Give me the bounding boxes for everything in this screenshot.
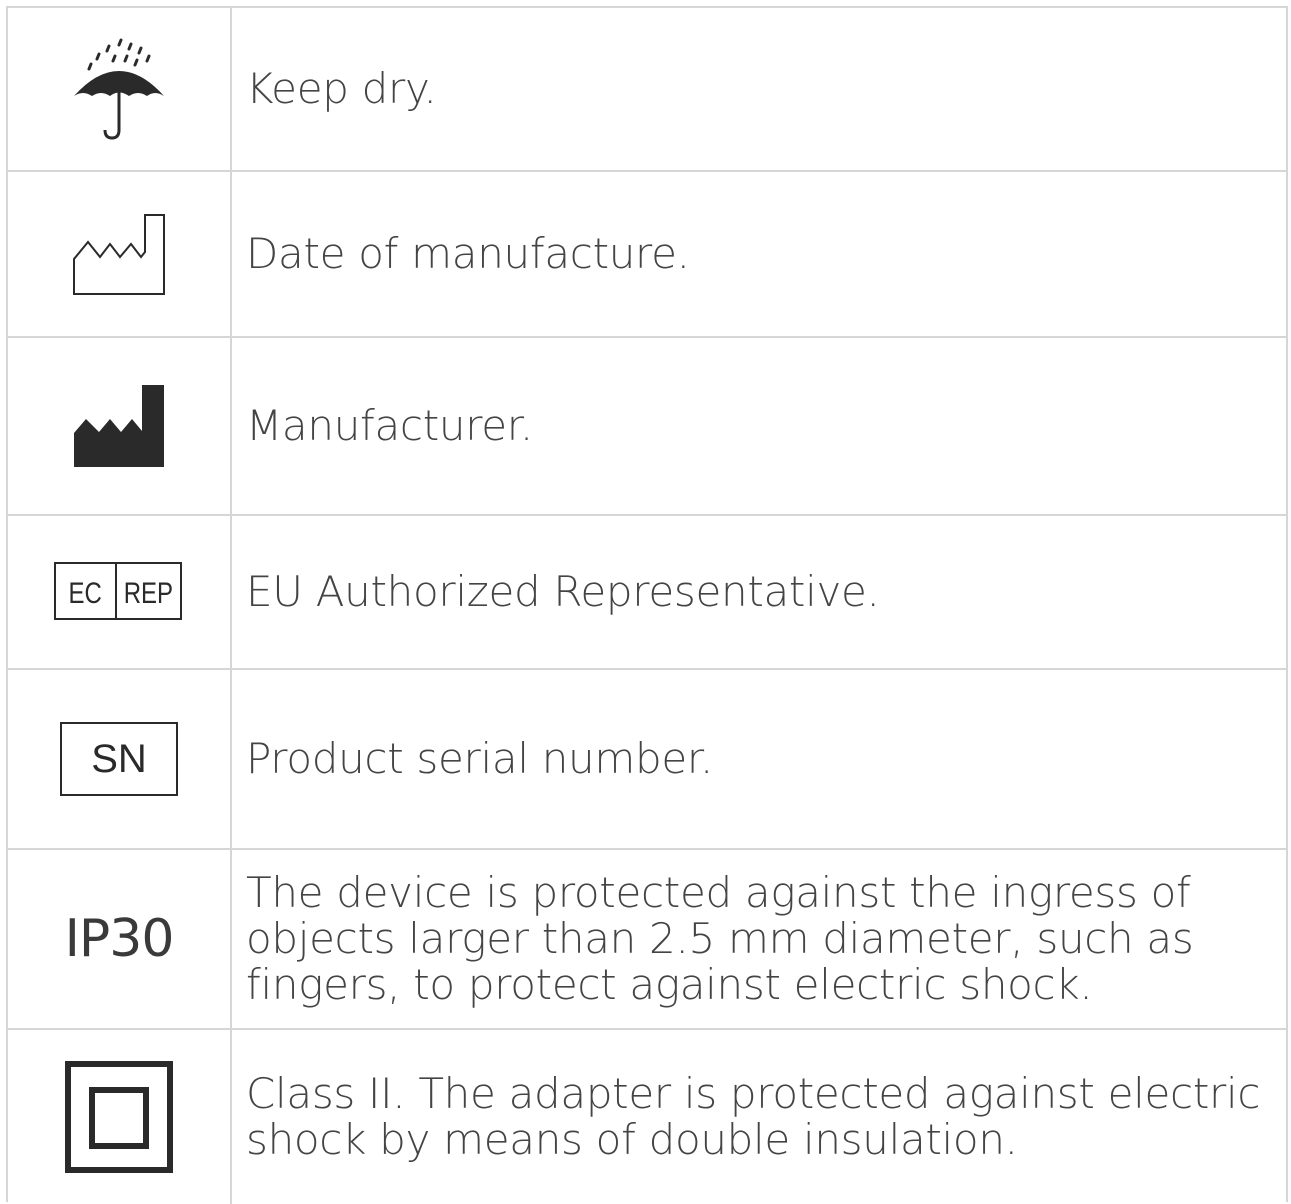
table-row: IP30 The device is protected against the… — [8, 850, 1286, 1030]
description-text: Date of manufacture. — [246, 229, 690, 278]
class-ii-double-insulation-icon — [65, 1061, 173, 1173]
symbols-table: Keep dry. Date of manufacture. Manufactu… — [6, 6, 1288, 1204]
manufacturer-icon — [74, 385, 164, 467]
ec-rep-icon: EC REP — [54, 562, 182, 620]
description-cell: Manufacturer. — [246, 338, 1282, 514]
description-text: Keep dry. — [246, 64, 437, 113]
description-cell: The device is protected against the ingr… — [246, 850, 1282, 1028]
description-text: Manufacturer. — [246, 401, 533, 450]
description-text: The device is protected against the ingr… — [246, 868, 1194, 1009]
table-row: Date of manufacture. — [8, 172, 1286, 338]
table-row: Keep dry. — [8, 8, 1286, 172]
symbol-cell: IP30 — [8, 850, 232, 1028]
symbol-cell: SN — [8, 670, 232, 848]
symbol-cell — [8, 338, 232, 514]
ip30-icon: IP30 — [64, 909, 175, 969]
description-text: Product serial number. — [246, 734, 714, 783]
description-text: EU Authorized Representative. — [246, 567, 880, 616]
symbol-cell — [8, 1030, 232, 1204]
table-row: Class II. The adapter is protected again… — [8, 1030, 1286, 1204]
symbol-cell — [8, 8, 232, 170]
table-row: EC REP EU Authorized Representative. — [8, 516, 1286, 670]
description-cell: EU Authorized Representative. — [246, 516, 1282, 668]
ec-label: EC — [69, 575, 102, 609]
keep-dry-umbrella-icon — [74, 38, 164, 140]
table-row: SN Product serial number. — [8, 670, 1286, 850]
description-cell: Date of manufacture. — [246, 172, 1282, 336]
description-cell: Keep dry. — [246, 8, 1282, 170]
date-of-manufacture-icon — [73, 214, 165, 295]
description-text: Class II. The adapter is protected again… — [246, 1069, 1261, 1164]
symbol-cell — [8, 172, 232, 336]
table-row: Manufacturer. — [8, 338, 1286, 516]
rep-label: REP — [124, 575, 173, 609]
symbol-cell: EC REP — [8, 516, 232, 668]
serial-number-icon: SN — [60, 722, 178, 796]
sn-label: SN — [91, 736, 147, 781]
description-cell: Class II. The adapter is protected again… — [246, 1030, 1282, 1204]
description-cell: Product serial number. — [246, 670, 1282, 848]
